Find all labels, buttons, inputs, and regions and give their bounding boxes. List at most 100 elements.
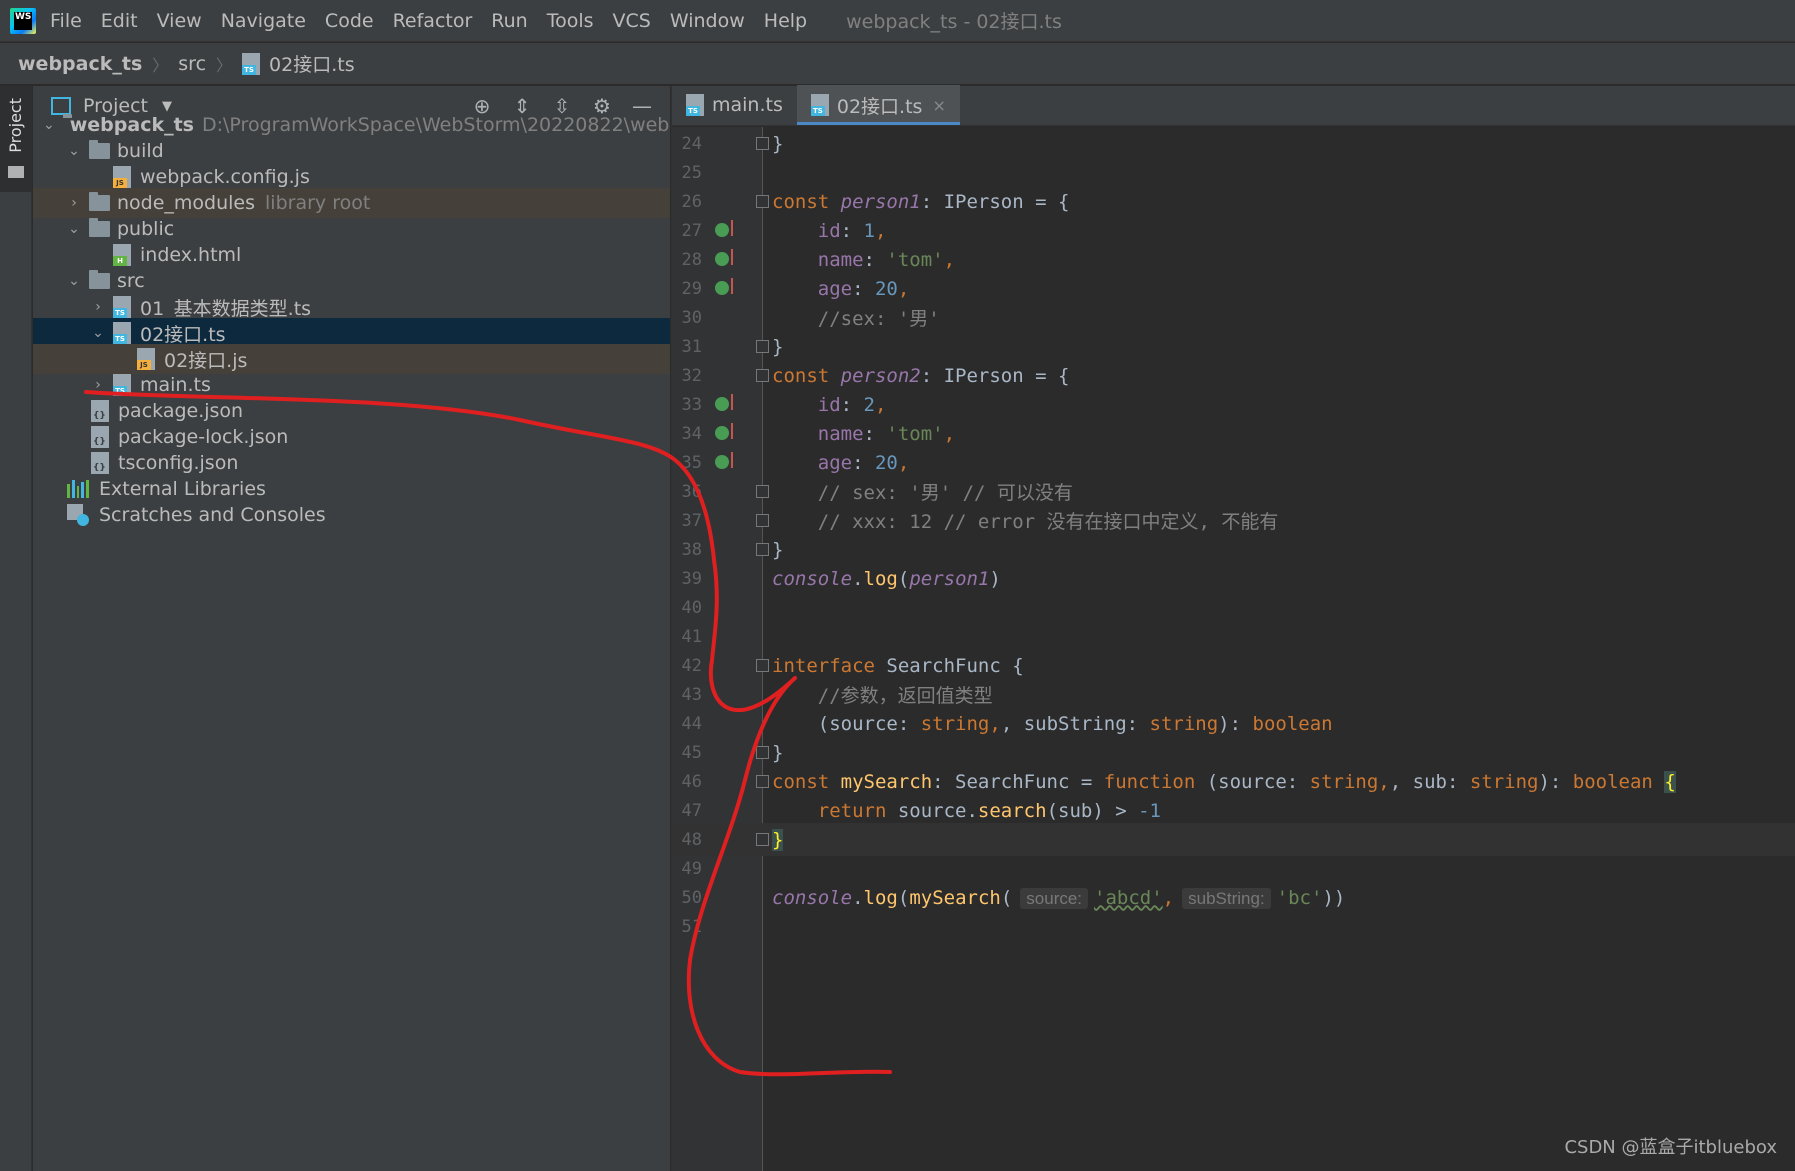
tree-item-label: package.json — [118, 400, 244, 422]
breadcrumb-file[interactable]: 02接口.ts — [269, 50, 355, 77]
code-text: return source.search(sub) > -1 — [817, 799, 1161, 822]
code-text: id: 2, — [817, 393, 887, 416]
code-text: console.log(person1) — [772, 567, 1001, 590]
js-file-icon: JS — [137, 348, 155, 370]
fold-marker-icon[interactable] — [756, 485, 769, 498]
code-area[interactable]: 24 } 25 26 const person1: IPerson = { 27… — [672, 127, 1795, 1171]
chevron-right-icon[interactable]: › — [91, 299, 105, 315]
folder-icon — [8, 166, 24, 178]
chevron-right-icon[interactable]: › — [91, 377, 105, 393]
line-number: 42 — [681, 655, 702, 676]
fold-marker-icon[interactable] — [756, 659, 769, 672]
menu-window[interactable]: Window — [670, 10, 745, 32]
fold-marker-icon[interactable] — [756, 369, 769, 382]
tree-item-label: main.ts — [140, 374, 211, 396]
code-text: name: 'tom', — [817, 248, 956, 271]
fold-marker-icon[interactable] — [756, 514, 769, 527]
code-text: } — [772, 828, 784, 851]
line-number: 34 — [681, 423, 702, 444]
menu-run[interactable]: Run — [491, 10, 527, 32]
ts-file-icon: TS — [810, 94, 829, 116]
tree-item-label: package-lock.json — [118, 426, 289, 448]
line-number: 27 — [681, 220, 702, 241]
breadcrumb-folder[interactable]: src — [178, 53, 206, 75]
menu-view[interactable]: View — [157, 10, 202, 32]
tree-item-label: 01_基本数据类型.ts — [140, 297, 312, 320]
tree-item-label: webpack_ts — [69, 114, 194, 136]
project-tool-tab[interactable]: Project — [0, 86, 32, 192]
line-number: 43 — [681, 684, 702, 705]
json-file-icon — [91, 400, 109, 422]
folder-icon — [89, 218, 110, 237]
fold-marker-icon[interactable] — [756, 833, 769, 846]
code-text: const mySearch: SearchFunc = function (s… — [772, 770, 1676, 793]
line-number: 40 — [681, 597, 702, 618]
line-number: 31 — [681, 336, 702, 357]
tool-window-stripe: Project — [0, 86, 32, 1171]
tree-item-label: node_modules — [117, 192, 256, 214]
menu-edit[interactable]: Edit — [101, 10, 138, 32]
menu-navigate[interactable]: Navigate — [221, 10, 306, 32]
implements-icon[interactable] — [715, 452, 733, 469]
code-text: // xxx: 12 // error 没有在接口中定义, 不能有 — [817, 511, 1279, 533]
code-text: id: 1, — [817, 219, 887, 242]
line-number: 32 — [681, 365, 702, 386]
line-number: 35 — [681, 452, 702, 473]
line-number: 49 — [681, 858, 702, 879]
tab-main-ts[interactable]: TS main.ts — [672, 85, 797, 125]
tree-item-label: index.html — [140, 244, 242, 266]
chevron-down-icon[interactable]: ⌄ — [67, 143, 81, 159]
menu-tools[interactable]: Tools — [547, 10, 594, 32]
scratches-icon — [67, 504, 89, 526]
chevron-down-icon[interactable]: ⌄ — [43, 117, 55, 133]
line-number: 47 — [681, 800, 702, 821]
close-icon[interactable]: × — [932, 96, 945, 115]
tree-item-label: public — [117, 218, 175, 240]
line-number: 39 — [681, 568, 702, 589]
fold-marker-icon[interactable] — [756, 137, 769, 150]
fold-marker-icon[interactable] — [756, 340, 769, 353]
tree-item-label: 02接口.js — [164, 349, 248, 372]
line-number: 51 — [681, 916, 702, 937]
tab-label: 02接口.ts — [836, 95, 923, 118]
implements-icon[interactable] — [715, 394, 733, 411]
chevron-down-icon[interactable]: ⌄ — [67, 221, 81, 237]
menu-help[interactable]: Help — [764, 10, 807, 32]
fold-marker-icon[interactable] — [756, 195, 769, 208]
watermark: CSDN @蓝盒子itbluebox — [1564, 1137, 1777, 1158]
line-number: 24 — [681, 133, 702, 154]
tree-item-label: build — [117, 140, 164, 162]
fold-marker-icon[interactable] — [756, 543, 769, 556]
tree-item-label: 02接口.ts — [140, 323, 226, 346]
menu-refactor[interactable]: Refactor — [393, 10, 473, 32]
fold-marker-icon[interactable] — [756, 775, 769, 788]
fold-marker-icon[interactable] — [756, 746, 769, 759]
menu-file[interactable]: File — [50, 10, 82, 32]
chevron-down-icon[interactable]: ⌄ — [91, 325, 105, 341]
implements-icon[interactable] — [715, 220, 733, 237]
editor: TS main.ts TS 02接口.ts × 24 } 25 26 const… — [671, 85, 1795, 1171]
ts-file-icon: TS — [242, 52, 261, 75]
code-text: interface SearchFunc { — [772, 654, 1024, 677]
breadcrumb-project[interactable]: webpack_ts — [18, 53, 142, 75]
line-number: 29 — [681, 278, 702, 299]
tab-02-ts[interactable]: TS 02接口.ts × — [796, 85, 960, 125]
code-text: //参数，返回值类型 — [817, 685, 993, 707]
implements-icon[interactable] — [715, 249, 733, 266]
tree-item-scratches[interactable]: Scratches and Consoles — [33, 500, 670, 530]
implements-icon[interactable] — [715, 423, 733, 440]
line-number: 45 — [681, 742, 702, 763]
chevron-right-icon[interactable]: › — [67, 195, 81, 211]
editor-tabs: TS main.ts TS 02接口.ts × — [672, 85, 1795, 126]
menu-vcs[interactable]: VCS — [613, 10, 651, 32]
breadcrumb-separator-icon: 〉 — [152, 55, 169, 75]
webstorm-logo-icon[interactable]: WS — [10, 7, 36, 34]
chevron-down-icon[interactable]: ⌄ — [67, 273, 81, 289]
menu-code[interactable]: Code — [325, 10, 374, 32]
line-number: 41 — [681, 626, 702, 647]
folder-icon — [89, 140, 110, 159]
implements-icon[interactable] — [715, 278, 733, 295]
line-number: 36 — [681, 481, 702, 502]
code-line[interactable]: 51 — [672, 910, 1795, 943]
json-file-icon — [91, 426, 109, 448]
